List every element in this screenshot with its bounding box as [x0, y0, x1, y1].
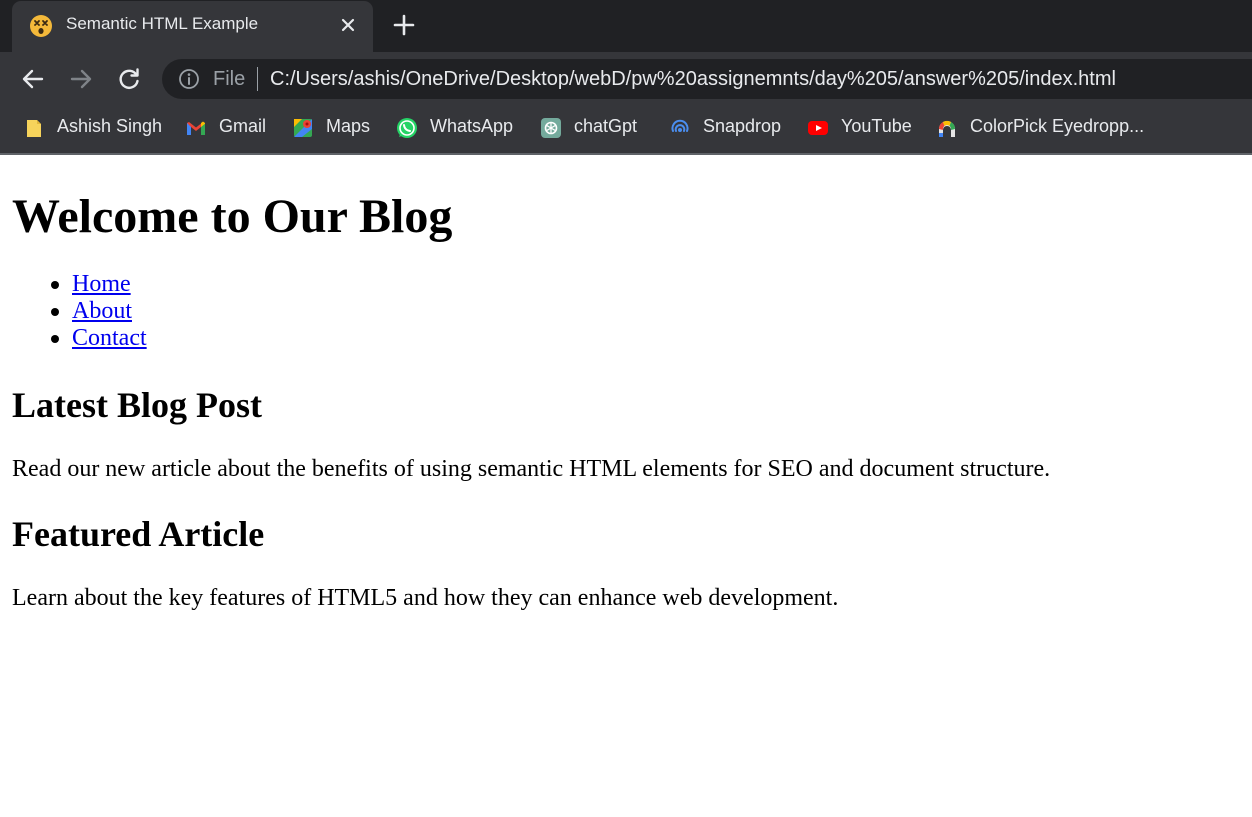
dizzy-face-emoji-icon [30, 15, 52, 37]
nav-link-home[interactable]: Home [72, 271, 131, 298]
tab-strip: Semantic HTML Example [0, 0, 1252, 52]
colorpick-icon [938, 120, 956, 137]
forward-arrow-icon[interactable] [68, 66, 94, 92]
maps-icon [294, 119, 312, 137]
browser-toolbar: File C:/Users/ashis/OneDrive/Desktop/web… [0, 52, 1252, 105]
page-content: Welcome to Our Blog Home About Contact L… [0, 155, 1252, 817]
url-text[interactable]: C:/Users/ashis/OneDrive/Desktop/webD/pw%… [270, 68, 1116, 91]
gmail-icon [187, 121, 205, 135]
snapdrop-icon [671, 119, 689, 132]
reload-icon[interactable] [116, 66, 142, 92]
bookmark-label: ColorPick Eyedropp... [970, 116, 1145, 136]
tab-title: Semantic HTML Example [66, 14, 259, 33]
bookmark-label: WhatsApp [430, 116, 514, 136]
section-heading-featured-article: Featured Article [12, 514, 265, 554]
section-text-featured-article: Learn about the key features of HTML5 an… [12, 585, 839, 611]
new-tab-plus-icon[interactable] [392, 13, 416, 37]
address-bar[interactable]: File C:/Users/ashis/OneDrive/Desktop/web… [162, 59, 1252, 99]
address-separator [257, 67, 258, 91]
bookmark-label: Ashish Singh [57, 116, 163, 136]
bookmark-label: Snapdrop [703, 116, 782, 136]
bookmark-label: chatGpt [574, 116, 638, 136]
back-arrow-icon[interactable] [20, 66, 46, 92]
list-bullet [51, 335, 59, 343]
youtube-icon [808, 121, 828, 135]
folder-icon [27, 120, 41, 137]
chatgpt-icon [541, 118, 561, 138]
bookmark-label: Maps [326, 116, 371, 136]
bookmark-label: Gmail [219, 116, 267, 136]
section-text-latest-post: Read our new article about the benefits … [12, 456, 1051, 482]
bookmark-label: YouTube [841, 116, 912, 136]
browser-tab[interactable]: Semantic HTML Example [12, 1, 373, 52]
list-bullet [51, 308, 59, 316]
close-icon[interactable] [336, 13, 360, 37]
nav-link-contact[interactable]: Contact [72, 325, 147, 352]
whatsapp-icon [397, 118, 417, 138]
info-icon[interactable] [178, 68, 200, 90]
page-title: Welcome to Our Blog [12, 190, 453, 243]
nav-link-about[interactable]: About [72, 298, 132, 325]
url-scheme-label: File [213, 68, 246, 90]
bookmarks-bar: Ashish Singh Gmail Maps WhatsApp chatGpt… [0, 105, 1252, 153]
list-bullet [51, 281, 59, 289]
section-heading-latest-post: Latest Blog Post [12, 385, 262, 425]
